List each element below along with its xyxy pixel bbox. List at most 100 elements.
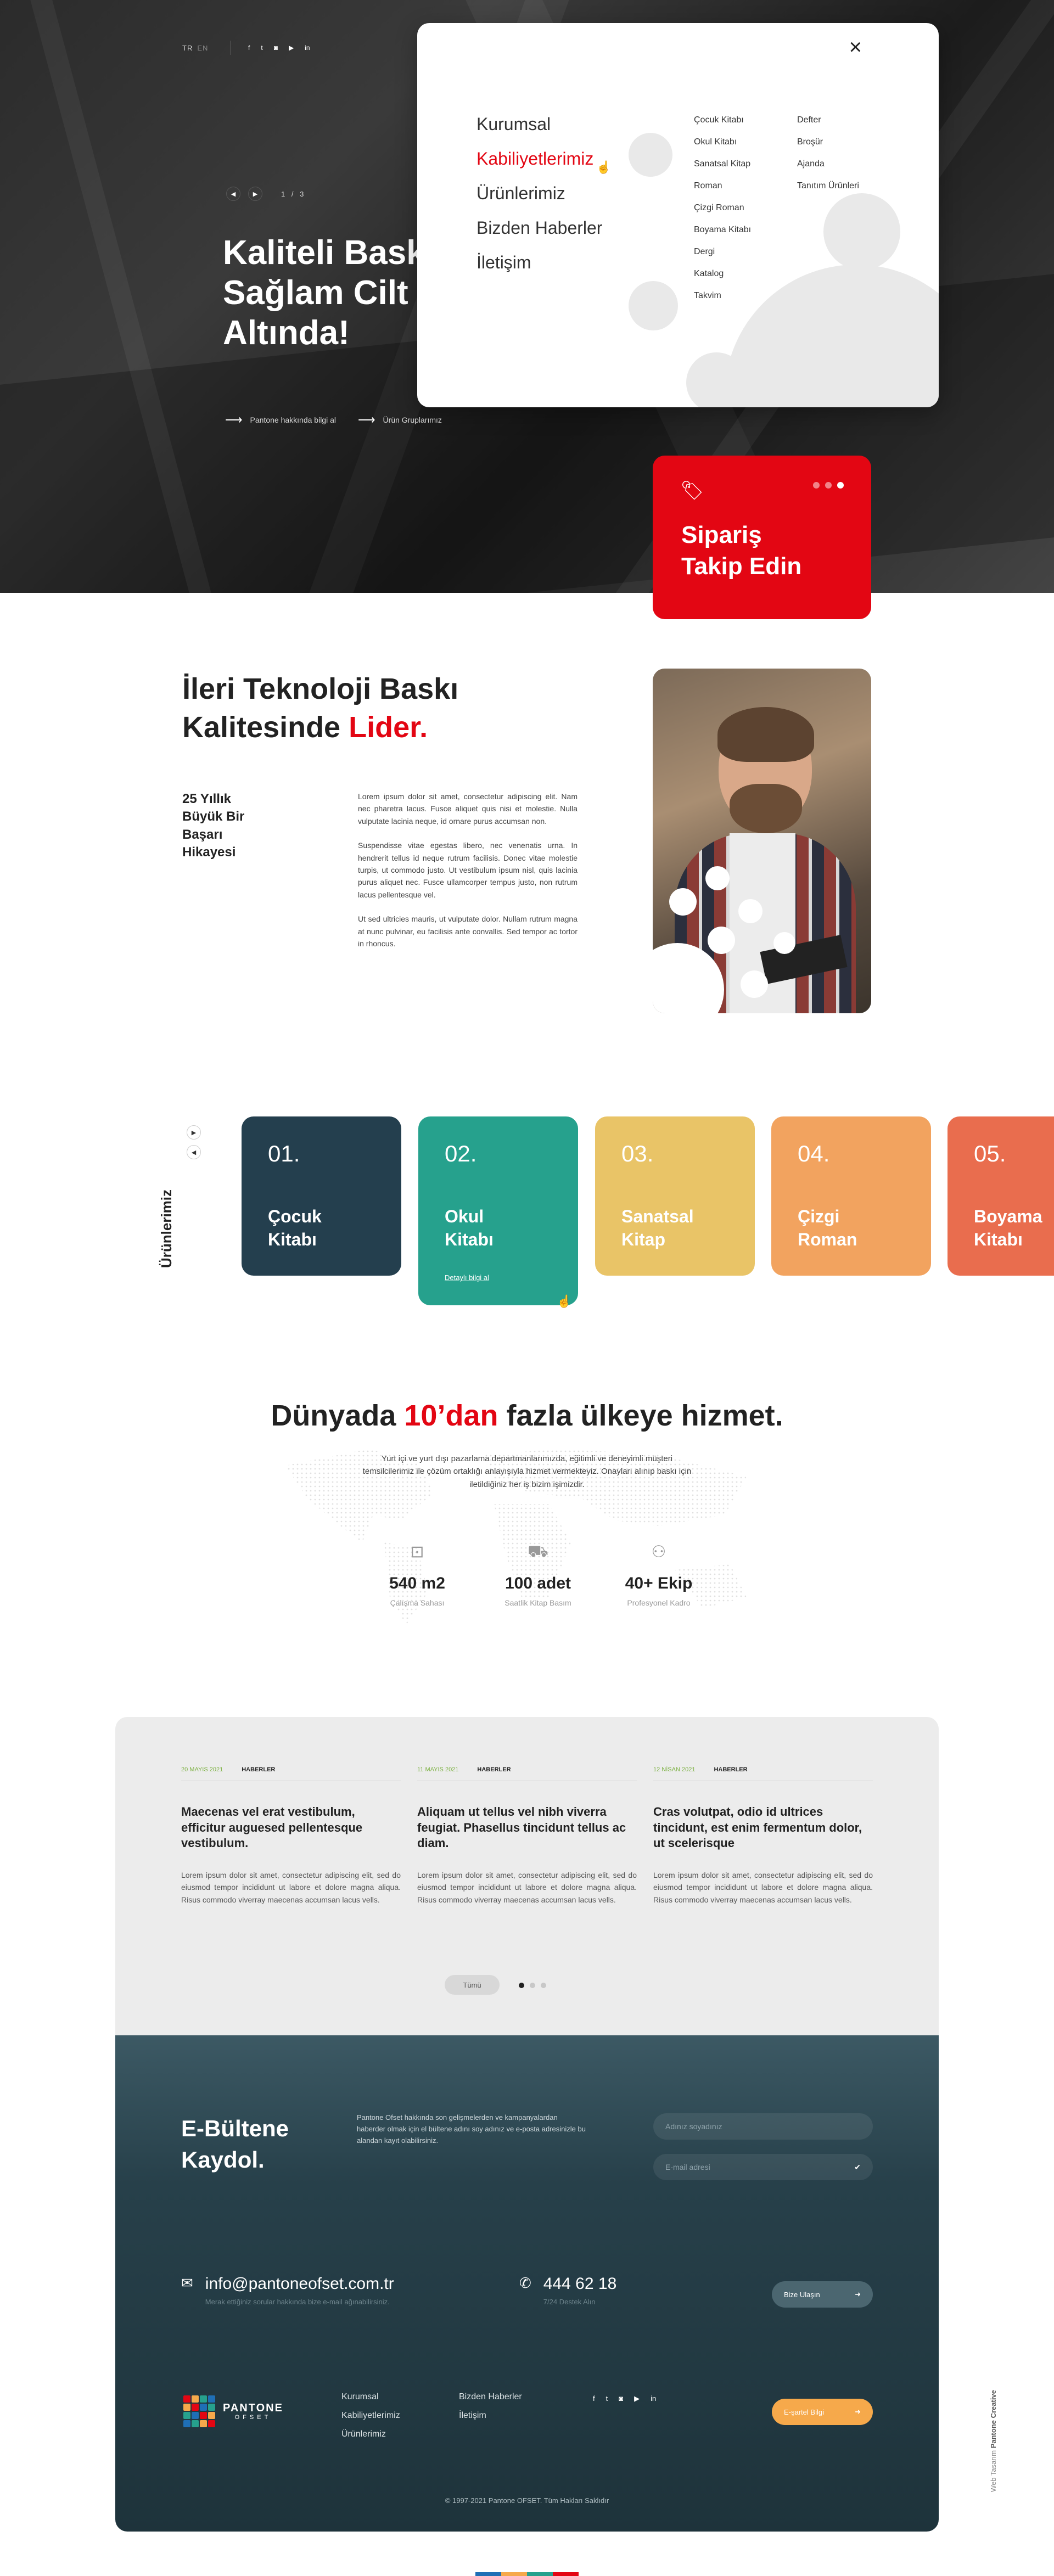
phone-icon: ✆ (519, 2275, 531, 2291)
submenu-item[interactable]: Broşür (797, 137, 859, 147)
footer-link[interactable]: Kurumsal (341, 2392, 400, 2402)
order-tracking-card[interactable]: 🏷 Sipariş Takip Edin (653, 456, 871, 619)
name-field[interactable]: Adınız soyadınız (653, 2113, 873, 2140)
menu-item-bizden-haberler[interactable]: Bizden Haberler (476, 218, 602, 238)
contact-us-button[interactable]: Bize Ulaşın ➜ (772, 2281, 873, 2308)
world-title-highlight: 10’dan (404, 1399, 498, 1432)
contact-us-label: Bize Ulaşın (784, 2290, 820, 2299)
arrow-right-icon: ⟶ (225, 413, 243, 426)
submenu-item[interactable]: Takvim (694, 291, 751, 301)
copyright: © 1997-2021 Pantone OFSET. Tüm Hakları S… (445, 2496, 609, 2505)
product-card-cocuk-kitabi[interactable]: 01. Çocuk Kitabı (242, 1116, 401, 1276)
product-card-boyama-kitabi[interactable]: 05. Boyama Kitabı (948, 1116, 1054, 1276)
contact-email[interactable]: ✉ info@pantoneofset.com.tr Merak ettiğini… (181, 2275, 394, 2306)
lang-tr[interactable]: TR (182, 44, 193, 52)
credit-brand: Pantone Creative (989, 2390, 997, 2449)
card-title: Sanatsal Kitap (621, 1206, 694, 1249)
card-title: Okul Kitabı (445, 1206, 494, 1249)
news-all-button[interactable]: Tümü (445, 1975, 500, 1995)
card-title: Çizgi Roman (798, 1206, 857, 1249)
product-groups-link[interactable]: ⟶ Ürün Gruplarımız (358, 413, 442, 427)
pantone-logo[interactable]: PANTONE OFSET (183, 2395, 283, 2427)
youtube-icon[interactable]: ▶ (289, 44, 294, 52)
news-title[interactable]: Maecenas vel erat vestibulum, efficitur … (181, 1804, 401, 1851)
product-card-cizgi-roman[interactable]: 04. Çizgi Roman (771, 1116, 931, 1276)
close-icon[interactable]: × (849, 36, 862, 58)
tag-icon: 🏷 (680, 480, 704, 501)
hero-links: ⟶ Pantone hakkında bilgi al ⟶ Ürün Gruplar… (225, 413, 442, 427)
next-slide-button[interactable]: ▶ (248, 187, 262, 201)
submenu-item[interactable]: Sanatsal Kitap (694, 159, 751, 169)
linkedin-icon[interactable]: in (305, 44, 310, 52)
menu-item-iletisim[interactable]: İletişim (476, 252, 602, 273)
phone-number[interactable]: 444 62 18 (543, 2275, 616, 2293)
menu-item-kurumsal[interactable]: Kurumsal (476, 114, 602, 134)
products-arrows: ▶ ◀ (187, 1125, 201, 1159)
youtube-icon[interactable]: ▶ (634, 2394, 640, 2403)
hero-social-links: f t ◙ ▶ in (248, 44, 310, 52)
footer-social-links: f t ◙ ▶ in (593, 2394, 656, 2403)
lang-en[interactable]: EN (197, 44, 208, 52)
submenu-item[interactable]: Dergi (694, 247, 751, 257)
submenu-item[interactable]: Tanıtım Ürünleri (797, 181, 859, 191)
email-address[interactable]: info@pantoneofset.com.tr (205, 2275, 394, 2293)
submenu-item[interactable]: Çizgi Roman (694, 203, 751, 213)
submenu-item[interactable]: Ajanda (797, 159, 859, 169)
products-prev-button[interactable]: ◀ (187, 1145, 201, 1159)
language-switcher[interactable]: TR EN (182, 44, 212, 52)
news-category: HABERLER (714, 1766, 748, 1773)
world-description: Yurt içi ve yurt dışı pazarlama departma… (362, 1454, 692, 1489)
twitter-icon[interactable]: t (261, 44, 262, 52)
news-item[interactable]: 11 MAYIS 2021 HABERLER Aliquam ut tellus … (417, 1766, 637, 1906)
news-item[interactable]: 12 NİSAN 2021 HABERLER Cras volutpat, odi… (653, 1766, 873, 1906)
submenu-item[interactable]: Roman (694, 181, 751, 191)
footer-nav-1: Kurumsal Kabiliyetlerimiz Ürünlerimiz (341, 2392, 400, 2439)
footer-link[interactable]: İletişim (459, 2411, 522, 2421)
news-title[interactable]: Aliquam ut tellus vel nibh viverra feugi… (417, 1804, 637, 1851)
facebook-icon[interactable]: f (593, 2394, 595, 2403)
menu-item-kabiliyetlerimiz[interactable]: Kabiliyetlerimiz (476, 149, 602, 169)
about-link[interactable]: ⟶ Pantone hakkında bilgi al (225, 413, 336, 427)
submenu-item[interactable]: Defter (797, 115, 859, 125)
twitter-icon[interactable]: t (606, 2394, 608, 2403)
newsletter-description: Pantone Ofset hakkında son gelişmelerden… (357, 2113, 586, 2145)
card-more-link[interactable]: Detaylı bilgi al (445, 1273, 489, 1282)
menu-submenu-col2: Defter Broşür Ajanda Tanıtım Ürünleri (797, 115, 859, 191)
email-note: Merak ettiğiniz sorular hakkında bize e-… (205, 2298, 390, 2306)
truck-icon: ⛟ (528, 1542, 548, 1561)
check-icon[interactable]: ✔ (854, 2163, 861, 2172)
news-pagination[interactable] (519, 1983, 546, 1988)
footer: E-Bültene Kaydol. Pantone Ofset hakkında… (115, 2035, 939, 2532)
submenu-item[interactable]: Okul Kitabı (694, 137, 751, 147)
submenu-item[interactable]: Çocuk Kitabı (694, 115, 751, 125)
footer-link[interactable]: Ürünlerimiz (341, 2429, 400, 2439)
email-field[interactable]: E-mail adresi ✔ (653, 2154, 873, 2180)
instagram-icon[interactable]: ◙ (619, 2394, 623, 2403)
prev-slide-button[interactable]: ◀ (226, 187, 240, 201)
linkedin-icon[interactable]: in (651, 2394, 656, 2403)
facebook-icon[interactable]: f (248, 44, 250, 52)
products-next-button[interactable]: ▶ (187, 1125, 201, 1140)
news-title[interactable]: Cras volutpat, odio id ultrices tincidun… (653, 1804, 873, 1851)
footer-link[interactable]: Bizden Haberler (459, 2392, 522, 2402)
card-number: 04. (798, 1141, 830, 1166)
about-photo (653, 669, 871, 1013)
contact-phone[interactable]: ✆ 444 62 18 7/24 Destek Alın (519, 2275, 616, 2306)
product-card-okul-kitabi[interactable]: 02. Okul Kitabı Detaylı bilgi al (418, 1116, 578, 1305)
submenu-item[interactable]: Boyama Kitabı (694, 225, 751, 235)
info-button[interactable]: E-şartel Bilgi ➜ (772, 2399, 873, 2425)
news-item[interactable]: 20 MAYIS 2021 HABERLER Maecenas vel erat … (181, 1766, 401, 1906)
stat-value: 540 m2 (389, 1574, 445, 1592)
footer-link[interactable]: Kabiliyetlerimiz (341, 2411, 400, 2421)
stat-value: 100 adet (504, 1574, 571, 1592)
stat-label: Profesyonel Kadro (627, 1598, 691, 1607)
menu-item-urunlerimiz[interactable]: Ürünlerimiz (476, 183, 602, 204)
product-card-sanatsal-kitap[interactable]: 03. Sanatsal Kitap (595, 1116, 755, 1276)
pointer-cursor-icon: ☝ (596, 160, 612, 174)
designer-credit[interactable]: Web Tasarım Pantone Creative (989, 2390, 997, 2492)
instagram-icon[interactable]: ◙ (274, 44, 278, 52)
card-number: 03. (621, 1141, 654, 1166)
submenu-item[interactable]: Katalog (694, 269, 751, 279)
mega-menu: × Kurumsal Kabiliyetlerimiz Ürünlerimiz … (417, 23, 939, 407)
news-date: 11 MAYIS 2021 (417, 1766, 459, 1773)
